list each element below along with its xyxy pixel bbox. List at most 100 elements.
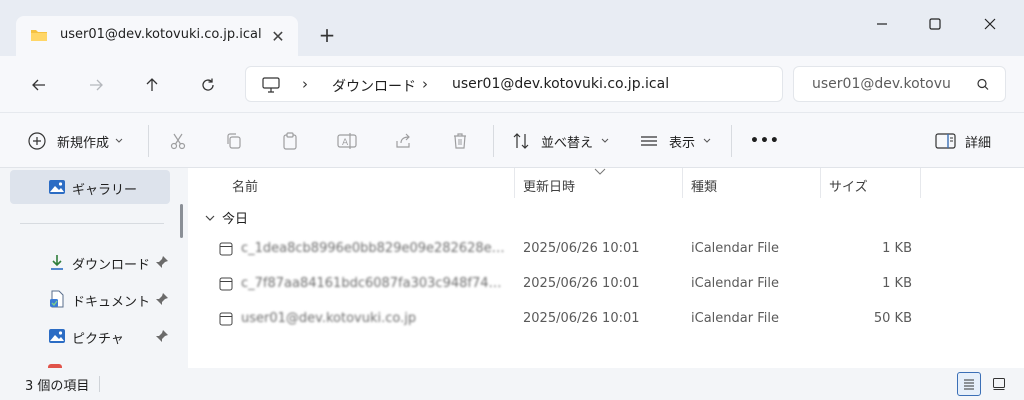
status-bar: 3 個の項目 — [0, 368, 1024, 400]
pictures-icon — [49, 329, 65, 343]
view-button-label: 表示 — [669, 135, 696, 151]
column-header-size[interactable]: サイズ — [829, 176, 868, 195]
group-label: 今日 — [222, 212, 249, 227]
tab-active[interactable]: user01@dev.kotovuki.co.jp.ical ✕ — [16, 16, 298, 56]
arrow-left-icon — [32, 79, 45, 91]
delete-button[interactable] — [450, 127, 470, 155]
calendar-file-icon — [219, 242, 233, 256]
more-options-button[interactable]: ••• — [750, 127, 780, 155]
new-button[interactable]: 新規作成 — [27, 127, 123, 155]
sort-button-label: 並べ替え — [541, 135, 594, 151]
column-divider[interactable] — [920, 168, 921, 198]
file-modified: 2025/06/26 10:01 — [523, 241, 640, 256]
sidebar-item-gallery[interactable]: ギャラリー — [10, 170, 170, 204]
sidebar-scrollbar[interactable] — [180, 204, 183, 238]
chevron-down-icon — [601, 138, 609, 143]
up-button[interactable] — [137, 70, 167, 100]
copy-button[interactable] — [224, 127, 244, 155]
file-type: iCalendar File — [691, 241, 779, 256]
tiles-view-icon — [993, 378, 1005, 390]
breadcrumb-separator: › — [422, 75, 428, 93]
toolbar-divider — [493, 125, 494, 157]
trash-icon — [454, 133, 466, 149]
clipboard-icon — [283, 132, 297, 150]
rename-icon: A — [337, 133, 357, 149]
arrow-right-icon — [90, 79, 103, 91]
sidebar-item-label: ピクチャ — [72, 332, 124, 347]
list-view-icon — [641, 136, 657, 146]
column-divider[interactable] — [514, 168, 515, 198]
view-button[interactable]: 表示 — [639, 127, 711, 155]
forward-button[interactable] — [81, 70, 111, 100]
command-bar: 新規作成 A 並べ替え 表示 ••• 詳細 — [0, 112, 1024, 168]
details-view-button[interactable] — [957, 372, 981, 396]
share-button[interactable] — [394, 127, 414, 155]
file-name: user01@dev.kotovuki.co.jp — [241, 311, 417, 326]
details-pane-icon — [935, 133, 956, 149]
search-box[interactable]: user01@dev.kotovu — [793, 66, 1006, 102]
table-row[interactable]: c_1dea8cb8996e0bb829e09e282628ea44… 2025… — [188, 231, 1024, 266]
documents-icon — [50, 290, 64, 308]
cut-button[interactable] — [168, 127, 188, 155]
search-input[interactable]: user01@dev.kotovu — [812, 76, 952, 92]
chevron-down-icon — [703, 138, 711, 143]
breadcrumb-downloads[interactable]: ダウンロード — [332, 76, 416, 96]
sidebar-item-label: ダウンロード — [72, 258, 151, 273]
column-header-modified[interactable]: 更新日時 — [523, 176, 575, 195]
status-divider — [99, 376, 100, 392]
file-size: 1 KB — [882, 241, 912, 256]
refresh-button[interactable] — [193, 70, 223, 100]
sidebar-item-label: ギャラリー — [72, 183, 138, 198]
new-tab-button[interactable]: + — [314, 22, 340, 48]
file-type: iCalendar File — [691, 311, 779, 326]
share-icon — [396, 133, 410, 148]
breadcrumb-separator: › — [302, 75, 308, 93]
column-header-type[interactable]: 種類 — [691, 176, 717, 195]
rename-button[interactable]: A — [336, 127, 358, 155]
toolbar-divider — [148, 125, 149, 157]
large-icons-view-button[interactable] — [987, 372, 1011, 396]
file-name: c_1dea8cb8996e0bb829e09e282628ea44… — [241, 241, 506, 256]
tab-close-button[interactable]: ✕ — [266, 24, 290, 48]
arrow-up-icon — [146, 78, 158, 91]
close-window-button[interactable] — [970, 6, 1010, 42]
column-header-name[interactable]: 名前 — [232, 176, 258, 195]
details-view-icon — [964, 379, 974, 390]
svg-text:A: A — [342, 138, 349, 148]
minimize-icon — [877, 23, 887, 25]
tab-title: user01@dev.kotovuki.co.jp.ical — [60, 27, 262, 42]
file-type: iCalendar File — [691, 276, 779, 291]
details-pane-label: 詳細 — [965, 135, 992, 151]
breadcrumb-current-folder[interactable]: user01@dev.kotovuki.co.jp.ical — [452, 76, 669, 92]
maximize-icon — [929, 18, 941, 30]
minimize-button[interactable] — [862, 6, 902, 42]
new-button-label: 新規作成 — [57, 135, 110, 151]
details-pane-button[interactable]: 詳細 — [935, 127, 991, 155]
computer-icon — [262, 77, 280, 93]
copy-icon — [227, 133, 241, 149]
sidebar-item-downloads[interactable]: ダウンロード — [10, 245, 170, 279]
file-list: 名前 更新日時 種類 サイズ 今日 c_1dea8cb8996e0bb829e0… — [188, 168, 1024, 368]
chevron-down-icon — [115, 138, 123, 143]
calendar-file-icon — [219, 277, 233, 291]
pin-icon — [156, 256, 168, 268]
file-modified: 2025/06/26 10:01 — [523, 276, 640, 291]
group-header-today[interactable]: 今日 — [204, 208, 248, 227]
back-button[interactable] — [24, 70, 54, 100]
sort-caret-icon — [594, 168, 606, 175]
table-row[interactable]: user01@dev.kotovuki.co.jp 2025/06/26 10:… — [188, 301, 1024, 336]
calendar-file-icon — [219, 312, 233, 326]
column-divider[interactable] — [820, 168, 821, 198]
navigation-pane: ギャラリー ダウンロード ドキュメント ピクチャ — [0, 168, 188, 368]
sidebar-item-pictures[interactable]: ピクチャ — [10, 319, 170, 353]
column-divider[interactable] — [682, 168, 683, 198]
paste-button[interactable] — [280, 127, 300, 155]
close-icon — [984, 18, 996, 30]
address-bar[interactable]: › ダウンロード › user01@dev.kotovuki.co.jp.ica… — [245, 66, 783, 102]
chevron-down-icon — [205, 215, 215, 221]
table-row[interactable]: c_7f87aa84161bdc6087fa303c948f745c4… 202… — [188, 266, 1024, 301]
sort-button[interactable]: 並べ替え — [511, 127, 609, 155]
sidebar-item-documents[interactable]: ドキュメント — [10, 282, 170, 316]
file-size: 1 KB — [882, 276, 912, 291]
maximize-button[interactable] — [915, 6, 955, 42]
